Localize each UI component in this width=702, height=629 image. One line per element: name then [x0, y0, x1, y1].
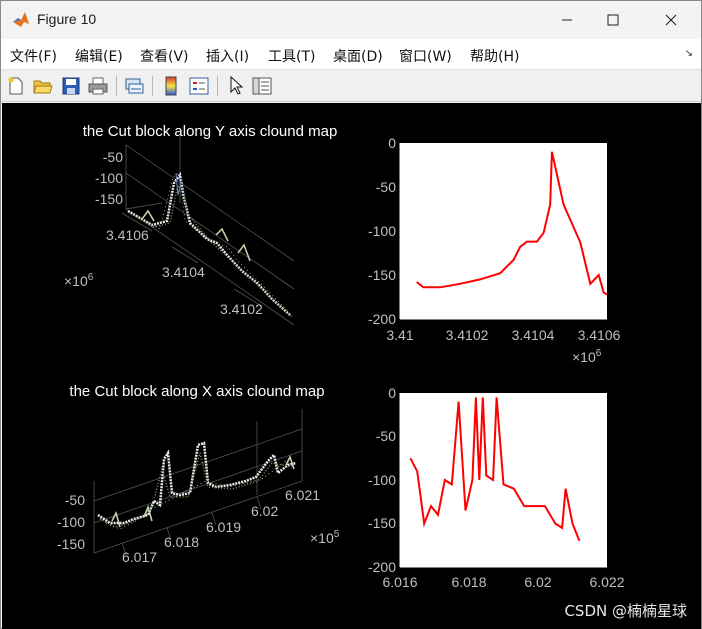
property-inspector-icon[interactable]	[251, 75, 273, 97]
insert-legend-icon[interactable]	[188, 75, 210, 97]
x-cloud-ztick: -100	[57, 514, 85, 530]
y-profile-xtick: 3.4106	[578, 327, 621, 343]
y-cloud-ztick: -50	[103, 149, 123, 165]
x-cloud-ztick: -150	[57, 536, 85, 552]
menu-view[interactable]: 查看(V)	[140, 46, 189, 66]
y-cloud-tick: 3.4106	[106, 227, 149, 243]
x-profile-ytick: -50	[376, 428, 396, 444]
y-cloud-title: the Cut block along Y axis clound map	[83, 123, 338, 140]
y-cloud-exponent: ×106	[64, 272, 94, 289]
y-profile-xtick: 3.4102	[446, 327, 489, 343]
y-profile-xtick: 3.41	[386, 327, 413, 343]
new-figure-icon[interactable]	[5, 75, 27, 97]
y-profile-xtick: 3.4104	[512, 327, 555, 343]
x-cloud-tick: 6.017	[122, 549, 157, 565]
y-profile-ytick: -50	[376, 179, 396, 195]
x-profile-xtick: 6.022	[589, 574, 624, 590]
figure-canvas: the Cut block along Y axis clound map -5	[2, 103, 701, 629]
figure-plots: the Cut block along Y axis clound map -5	[57, 123, 625, 590]
y-cloud-ztick: -150	[95, 191, 123, 207]
x-cloud-tick: 6.02	[251, 503, 278, 519]
x-cloud-tick: 6.018	[164, 534, 199, 550]
figure-window: Figure 10 文件(F) 编辑(E) 查看(V) 插入(I) 工具(T) …	[0, 0, 702, 629]
y-cloud-scatter	[127, 171, 293, 318]
y-cloud-tick: 3.4102	[220, 301, 263, 317]
menu-window[interactable]: 窗口(W)	[399, 46, 452, 66]
minimize-icon	[562, 19, 572, 21]
y-cloud-tick: 3.4104	[162, 264, 205, 280]
print-icon[interactable]	[87, 75, 109, 97]
menu-dock-arrow-icon[interactable]: ↘	[685, 48, 693, 59]
toolbar-separator	[217, 76, 218, 96]
x-profile-xtick: 6.02	[524, 574, 551, 590]
x-profile-xtick: 6.016	[382, 574, 417, 590]
edit-plot-pointer-icon[interactable]	[225, 75, 247, 97]
y-profile-ytick: -200	[368, 311, 396, 327]
menu-insert[interactable]: 插入(I)	[206, 46, 249, 66]
y-profile-exponent: ×106	[572, 348, 602, 365]
y-cloud-ztick: -100	[95, 170, 123, 186]
y-profile-ytick: -100	[368, 223, 396, 239]
menu-file[interactable]: 文件(F)	[10, 46, 57, 66]
x-cloud-ztick: -50	[65, 492, 85, 508]
close-icon	[665, 14, 677, 26]
x-profile-ytick: -200	[368, 559, 396, 575]
x-cloud-exponent: ×105	[310, 529, 340, 546]
y-profile-ytick: 0	[388, 135, 396, 151]
toolbar-separator	[116, 76, 117, 96]
menu-tools[interactable]: 工具(T)	[268, 46, 315, 66]
figure-toolbar	[1, 69, 701, 102]
matlab-logo-icon	[13, 12, 29, 27]
x-profile-ytick: 0	[388, 385, 396, 401]
open-file-icon[interactable]	[32, 75, 54, 97]
menu-desktop[interactable]: 桌面(D)	[333, 46, 383, 66]
close-button[interactable]	[648, 1, 694, 39]
x-cloud-title: the Cut block along X axis clound map	[69, 383, 324, 400]
x-profile-ytick: -100	[368, 472, 396, 488]
menu-edit[interactable]: 编辑(E)	[75, 46, 123, 66]
x-cloud-tick: 6.019	[206, 519, 241, 535]
toolbar-separator	[152, 76, 153, 96]
save-icon[interactable]	[60, 75, 82, 97]
x-profile-xtick: 6.018	[451, 574, 486, 590]
x-profile-ytick: -150	[368, 515, 396, 531]
x-cloud-tick: 6.021	[285, 487, 320, 503]
maximize-button[interactable]	[590, 1, 636, 39]
minimize-button[interactable]	[544, 1, 590, 39]
y-profile-ytick: -150	[368, 267, 396, 283]
menu-help[interactable]: 帮助(H)	[470, 46, 519, 66]
window-title: Figure 10	[37, 11, 97, 27]
maximize-icon	[607, 14, 619, 26]
title-bar: Figure 10	[1, 1, 701, 39]
insert-colorbar-icon[interactable]	[160, 75, 182, 97]
link-plot-icon[interactable]	[123, 75, 145, 97]
csdn-watermark: CSDN @楠楠星球	[564, 602, 687, 620]
menu-bar: 文件(F) 编辑(E) 查看(V) 插入(I) 工具(T) 桌面(D) 窗口(W…	[1, 39, 701, 69]
